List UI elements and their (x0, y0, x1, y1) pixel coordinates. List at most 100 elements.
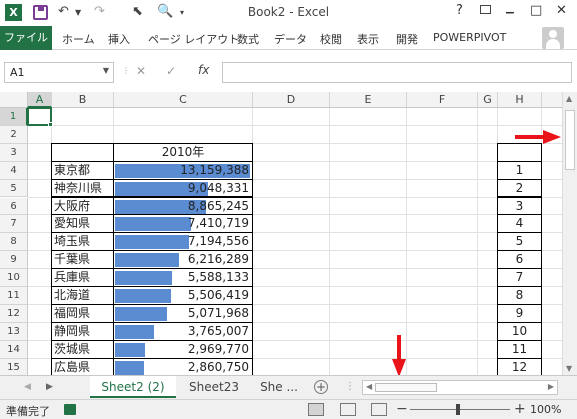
row-header-5[interactable]: 5 (0, 179, 28, 198)
page-layout-view-icon[interactable] (340, 403, 356, 416)
close-button[interactable]: ✕ (556, 3, 567, 18)
prefecture-cell[interactable]: 静岡県 (51, 321, 114, 341)
prefecture-cell[interactable]: 埼玉県 (51, 232, 114, 252)
prefecture-cell[interactable]: 福岡県 (51, 303, 114, 323)
row-header-9[interactable]: 9 (0, 251, 28, 270)
rank-cell[interactable]: 9 (497, 303, 542, 323)
horizontal-scrollbar[interactable]: ◀ ▶ (362, 380, 558, 395)
prefecture-cell[interactable]: 愛知県 (51, 214, 114, 234)
horizontal-scroll-thumb[interactable] (375, 383, 437, 392)
page-break-view-icon[interactable] (371, 403, 387, 416)
row-header-3[interactable]: 3 (0, 143, 28, 162)
zoom-out-button[interactable]: − (396, 401, 408, 417)
column-header-a[interactable]: A (28, 92, 52, 108)
tab-data[interactable]: データ (274, 31, 307, 47)
rank-cell[interactable]: 6 (497, 250, 542, 270)
prefecture-cell[interactable]: 兵庫県 (51, 268, 114, 287)
tab-scroll-left-icon[interactable]: ◀ (24, 382, 31, 392)
user-avatar[interactable] (542, 27, 564, 49)
column-header-b[interactable]: B (52, 92, 114, 108)
rank-cell[interactable]: 8 (497, 286, 542, 305)
sheet-tab[interactable]: Sheet23 (180, 376, 248, 398)
row-header-7[interactable]: 7 (0, 215, 28, 234)
population-cell[interactable]: 6,216,289 (113, 250, 253, 270)
row-header-12[interactable]: 12 (0, 304, 28, 323)
population-cell[interactable]: 2,969,770 (113, 339, 253, 359)
zoom-slider-thumb[interactable] (456, 404, 460, 415)
row-header-2[interactable]: 2 (0, 125, 28, 144)
population-cell[interactable]: 5,506,419 (113, 286, 253, 305)
row-header-4[interactable]: 4 (0, 161, 28, 180)
macro-record-icon[interactable] (64, 404, 76, 415)
zoom-slider[interactable] (410, 409, 510, 410)
rank-header-empty-cell[interactable] (497, 142, 542, 162)
tab-powerpivot[interactable]: POWERPIVOT (433, 31, 506, 44)
rank-cell[interactable]: 10 (497, 321, 542, 341)
tab-view[interactable]: 表示 (357, 31, 379, 47)
row-header-6[interactable]: 6 (0, 197, 28, 216)
column-header-d[interactable]: D (253, 92, 330, 108)
rank-cell[interactable]: 12 (497, 357, 542, 375)
tab-formulas[interactable]: 数式 (237, 31, 259, 47)
tab-review[interactable]: 校閲 (320, 31, 342, 47)
tab-home[interactable]: ホーム (62, 31, 95, 47)
tab-split-handle[interactable]: ⋮ (345, 381, 355, 392)
scroll-down-icon[interactable]: ▼ (566, 364, 572, 373)
column-header-f[interactable]: F (407, 92, 478, 108)
column-header-e[interactable]: E (330, 92, 407, 108)
prefecture-cell[interactable]: 大阪府 (51, 196, 114, 216)
enter-icon[interactable]: ✓ (166, 64, 176, 78)
rank-cell[interactable]: 11 (497, 339, 542, 359)
fill-handle[interactable] (48, 121, 53, 127)
add-sheet-button[interactable]: + (314, 380, 328, 394)
rank-cell[interactable]: 2 (497, 178, 542, 198)
row-header-10[interactable]: 10 (0, 269, 28, 287)
tab-insert[interactable]: 挿入 (108, 31, 130, 47)
prefecture-cell[interactable]: 神奈川県 (51, 178, 114, 198)
table-header-empty-cell[interactable] (51, 142, 114, 162)
sheet-tab[interactable]: She ... (254, 376, 304, 398)
prefecture-cell[interactable]: 北海道 (51, 286, 114, 305)
zoom-level[interactable]: 100% (530, 403, 561, 416)
vertical-scrollbar[interactable]: ▲ ▼ (562, 92, 577, 375)
rank-cell[interactable]: 4 (497, 214, 542, 234)
tab-file[interactable]: ファイル (0, 26, 52, 50)
rank-cell[interactable]: 7 (497, 268, 542, 287)
vertical-scroll-thumb[interactable] (565, 110, 575, 170)
zoom-in-button[interactable]: + (514, 401, 526, 417)
worksheet-grid[interactable]: ABCDEFGH 1 2 3 4 5 6 7 8 9 10 11 12 13 14 15 2010年 東京都 1… (0, 92, 562, 375)
row-header-8[interactable]: 8 (0, 233, 28, 252)
scroll-right-icon[interactable]: ▶ (548, 382, 554, 391)
column-header-g[interactable]: G (478, 92, 498, 108)
ribbon-display-icon[interactable] (480, 3, 491, 18)
rank-cell[interactable]: 1 (497, 160, 542, 180)
prefecture-cell[interactable]: 千葉県 (51, 250, 114, 270)
table-header-year[interactable]: 2010年 (113, 142, 253, 162)
cancel-icon[interactable]: ✕ (136, 64, 146, 78)
formula-input[interactable] (222, 62, 572, 83)
column-header-partial[interactable] (542, 92, 562, 108)
row-header-11[interactable]: 11 (0, 287, 28, 305)
normal-view-icon[interactable] (308, 403, 324, 416)
help-button[interactable]: ? (456, 3, 463, 18)
tab-scroll-right-icon[interactable]: ▶ (46, 382, 53, 392)
name-box[interactable]: A1 ▼ (4, 62, 114, 83)
tab-page-layout[interactable]: ページ レイアウト (148, 31, 239, 47)
chevron-down-icon[interactable]: ▼ (103, 66, 109, 75)
row-header-1[interactable]: 1 (0, 108, 28, 126)
rank-cell[interactable]: 3 (497, 196, 542, 216)
row-header-15[interactable]: 15 (0, 358, 28, 375)
restore-button[interactable]: □ (530, 3, 542, 18)
prefecture-cell[interactable]: 茨城県 (51, 339, 114, 359)
prefecture-cell[interactable]: 東京都 (51, 160, 114, 180)
rank-cell[interactable]: 5 (497, 232, 542, 252)
prefecture-cell[interactable]: 広島県 (51, 357, 114, 375)
select-all-button[interactable] (0, 92, 28, 108)
population-cell[interactable]: 13,159,388 (113, 160, 253, 180)
row-header-13[interactable]: 13 (0, 322, 28, 341)
row-header-14[interactable]: 14 (0, 340, 28, 359)
population-cell[interactable]: 2,860,750 (113, 357, 253, 375)
sheet-tab-active[interactable]: Sheet2 (2) (90, 376, 176, 398)
scroll-up-icon[interactable]: ▲ (566, 94, 572, 103)
population-cell[interactable]: 7,194,556 (113, 232, 253, 252)
